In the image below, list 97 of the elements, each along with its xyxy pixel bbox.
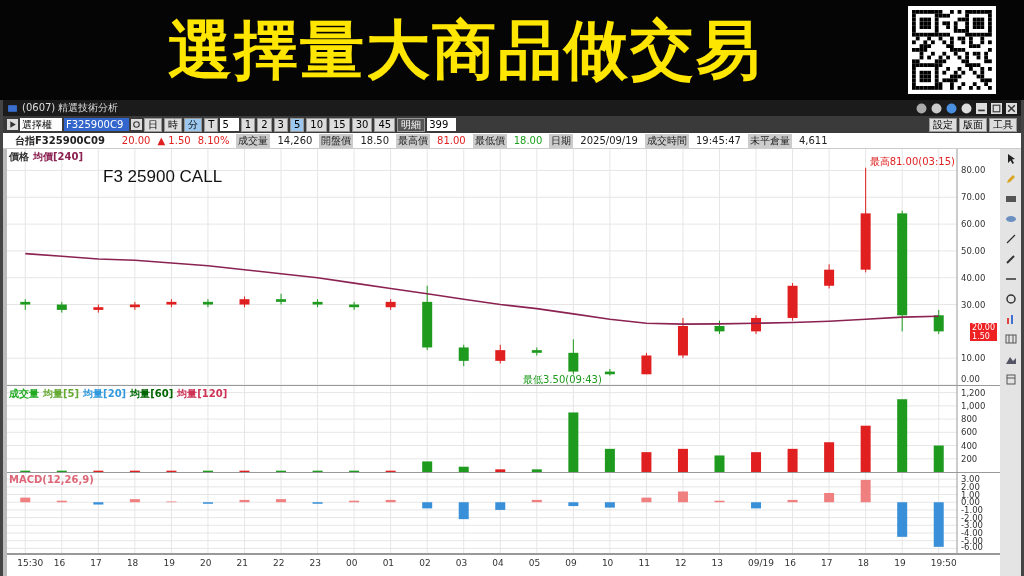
field-label: 開盤價 — [319, 133, 354, 148]
toolbar-button[interactable]: 工具 — [989, 117, 1017, 132]
time-label: 18 — [857, 558, 870, 568]
axis-label: 600 — [961, 427, 978, 438]
field-value: 14,260 — [277, 135, 313, 146]
axis-label: -2.00 — [961, 512, 983, 523]
axis-label: 1,200 — [961, 387, 986, 398]
axis-label: 10.00 — [961, 353, 986, 364]
count-field[interactable]: 399 — [427, 118, 457, 131]
legend-label: MACD(12,26,9) — [9, 474, 94, 485]
field-label: 未平倉量 — [747, 133, 792, 148]
axis-label: -4.00 — [961, 528, 983, 538]
axis-label: 50.00 — [961, 245, 986, 256]
time-label: 20 — [199, 558, 212, 568]
detail-button[interactable]: 明細 — [397, 117, 426, 132]
toolbar-button[interactable]: 版面 — [959, 117, 987, 132]
window-title: (0607) 精選技術分析 — [22, 101, 119, 115]
interval-button[interactable]: 10 — [306, 117, 327, 132]
field-value: 2025/09/19 — [580, 135, 638, 146]
time-label: 09 — [565, 558, 577, 568]
time-label: 10 — [601, 558, 614, 568]
axis-label: 400 — [961, 440, 978, 451]
time-label: 15:30 — [17, 558, 44, 568]
change-value: ▲ 1.50 — [157, 135, 191, 146]
time-label: 09/19 — [748, 558, 774, 568]
symbol-label: 台指F325900C09 — [15, 133, 105, 148]
interval-button[interactable]: 1 — [240, 117, 256, 132]
banner-title: 選擇量大商品做交易 — [168, 11, 762, 89]
axis-label: 0.00 — [961, 374, 980, 384]
price-value: 20.00 — [121, 135, 151, 146]
interval-button[interactable]: 2 — [257, 117, 272, 132]
time-label: 19 — [894, 558, 906, 568]
axis-label: 1,000 — [961, 400, 986, 411]
field-value: 19:45:47 — [695, 135, 741, 146]
time-label: 22 — [273, 558, 285, 568]
interval-button[interactable]: 45 — [374, 117, 396, 132]
period-tab[interactable]: 分 — [184, 117, 203, 132]
axis-label: 70.00 — [961, 192, 986, 203]
time-label: 21 — [236, 558, 248, 568]
field-value: 18.50 — [360, 135, 390, 146]
field-label: 成交量 — [236, 133, 271, 148]
interval-button[interactable]: 30 — [351, 117, 373, 132]
field-label: 最低價 — [472, 133, 507, 148]
legend-label: 均量[120] — [177, 387, 228, 401]
time-label: 18 — [126, 558, 139, 568]
legend-label: 均價[240] — [33, 150, 83, 164]
time-label: 19 — [163, 558, 175, 568]
axis-label: 1.00 — [961, 489, 980, 500]
legend-label: 成交量 — [9, 387, 39, 401]
axis-label: -3.00 — [961, 520, 983, 531]
interval-button[interactable]: 3 — [273, 117, 288, 132]
time-label: 16 — [784, 558, 796, 568]
field-value: 4,611 — [798, 135, 828, 146]
axis-label: 40.00 — [961, 272, 986, 283]
symbol-field[interactable]: F325900C9 — [64, 118, 130, 131]
market-dropdown[interactable]: 選擇權 — [20, 118, 62, 131]
time-label: 19:50 — [930, 558, 957, 568]
axis-label: 80.00 — [961, 165, 986, 176]
percent-value: 8.10% — [197, 135, 230, 146]
interval-dropdown[interactable]: 5 — [220, 118, 239, 131]
time-label: 00 — [346, 558, 358, 568]
interval-button[interactable]: 15 — [329, 117, 350, 132]
time-label: 05 — [528, 558, 541, 568]
time-label: 16 — [53, 558, 66, 568]
period-tab[interactable]: 時 — [164, 117, 183, 132]
axis-label: -6.00 — [961, 542, 983, 552]
legend-label: 均量[20] — [83, 387, 127, 401]
time-label: 13 — [711, 558, 723, 568]
axis-label: 800 — [961, 414, 978, 425]
time-label: 02 — [419, 558, 431, 568]
field-value: 81.00 — [437, 135, 466, 146]
legend-label: 均量[60] — [130, 387, 174, 401]
annotation-label: 最高81.00(03:15) — [869, 155, 955, 167]
time-label: 04 — [492, 558, 504, 568]
field-value: 18.00 — [513, 135, 543, 146]
field-label: 日期 — [549, 133, 574, 148]
time-label: 23 — [309, 558, 321, 568]
axis-label: 60.00 — [961, 219, 986, 230]
time-label: 11 — [638, 558, 650, 568]
toolbar-button[interactable]: 設定 — [929, 117, 957, 132]
field-label: 最高價 — [396, 133, 431, 148]
interval-button[interactable]: 5 — [289, 117, 305, 132]
price-tag: 20.00 1.50 — [970, 323, 997, 342]
axis-label: 30.00 — [961, 299, 986, 310]
period-tab[interactable]: 日 — [144, 117, 163, 132]
axis-label: 200 — [961, 453, 978, 464]
time-label: 17 — [821, 558, 833, 568]
time-label: 03 — [455, 558, 468, 568]
time-label: 01 — [382, 558, 395, 568]
legend-label: 價格 — [9, 150, 29, 164]
period-tab[interactable]: T — [204, 117, 219, 132]
annotation-label: 最低3.50(09:43) — [523, 374, 602, 385]
chart-caption: F3 25900 CALL — [103, 167, 223, 187]
time-label: 12 — [674, 558, 687, 568]
field-label: 成交時間 — [644, 133, 689, 148]
time-label: 17 — [90, 558, 102, 568]
legend-label: 均量[5] — [43, 387, 80, 401]
